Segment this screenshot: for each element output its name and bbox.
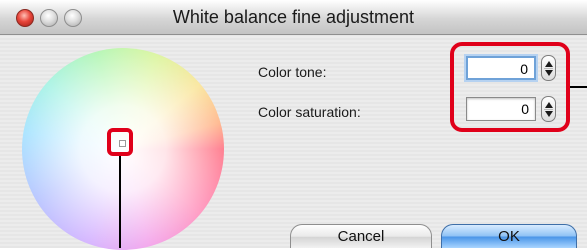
color-saturation-label: Color saturation: (258, 104, 361, 120)
fields-leader-line (570, 86, 587, 88)
marker-leader-line (119, 156, 121, 248)
marker-highlight-box (107, 128, 133, 156)
cancel-button[interactable]: Cancel (290, 224, 432, 248)
title-bar: White balance fine adjustment (0, 0, 587, 35)
window-title: White balance fine adjustment (172, 7, 415, 27)
fields-highlight-box (450, 42, 570, 132)
dialog-window: White balance fine adjustment Color tone… (0, 0, 587, 250)
color-tone-label: Color tone: (258, 64, 327, 80)
ok-button[interactable]: OK (441, 224, 577, 248)
